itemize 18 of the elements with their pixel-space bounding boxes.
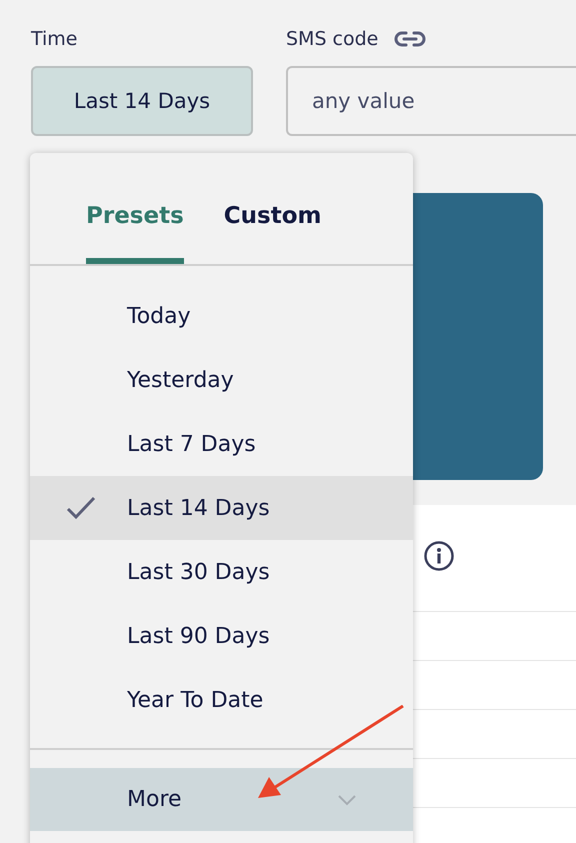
link-icon[interactable] [394,30,426,48]
sms-code-input[interactable]: any value [286,66,576,136]
preset-option[interactable]: Yesterday [30,348,413,412]
preset-option[interactable]: Last 7 Days [30,412,413,476]
more-option[interactable]: More [30,768,413,831]
preset-option[interactable]: Year To Date [30,668,413,732]
preset-option[interactable]: Today [30,284,413,348]
field-label: SMS code [286,28,378,50]
tab[interactable]: Custom [224,153,322,264]
checkmark-icon [66,496,96,520]
preset-option[interactable]: Last 30 Days [30,540,413,604]
preset-option[interactable]: Last 90 Days [30,604,413,668]
field-label: Time [31,28,78,50]
tab[interactable]: Presets [86,153,184,264]
info-icon[interactable] [423,540,455,572]
chevron-icon [337,794,357,806]
preset-option[interactable]: Last 14 Days [30,476,413,540]
time-select-button[interactable]: Last 14 Days [31,66,253,136]
